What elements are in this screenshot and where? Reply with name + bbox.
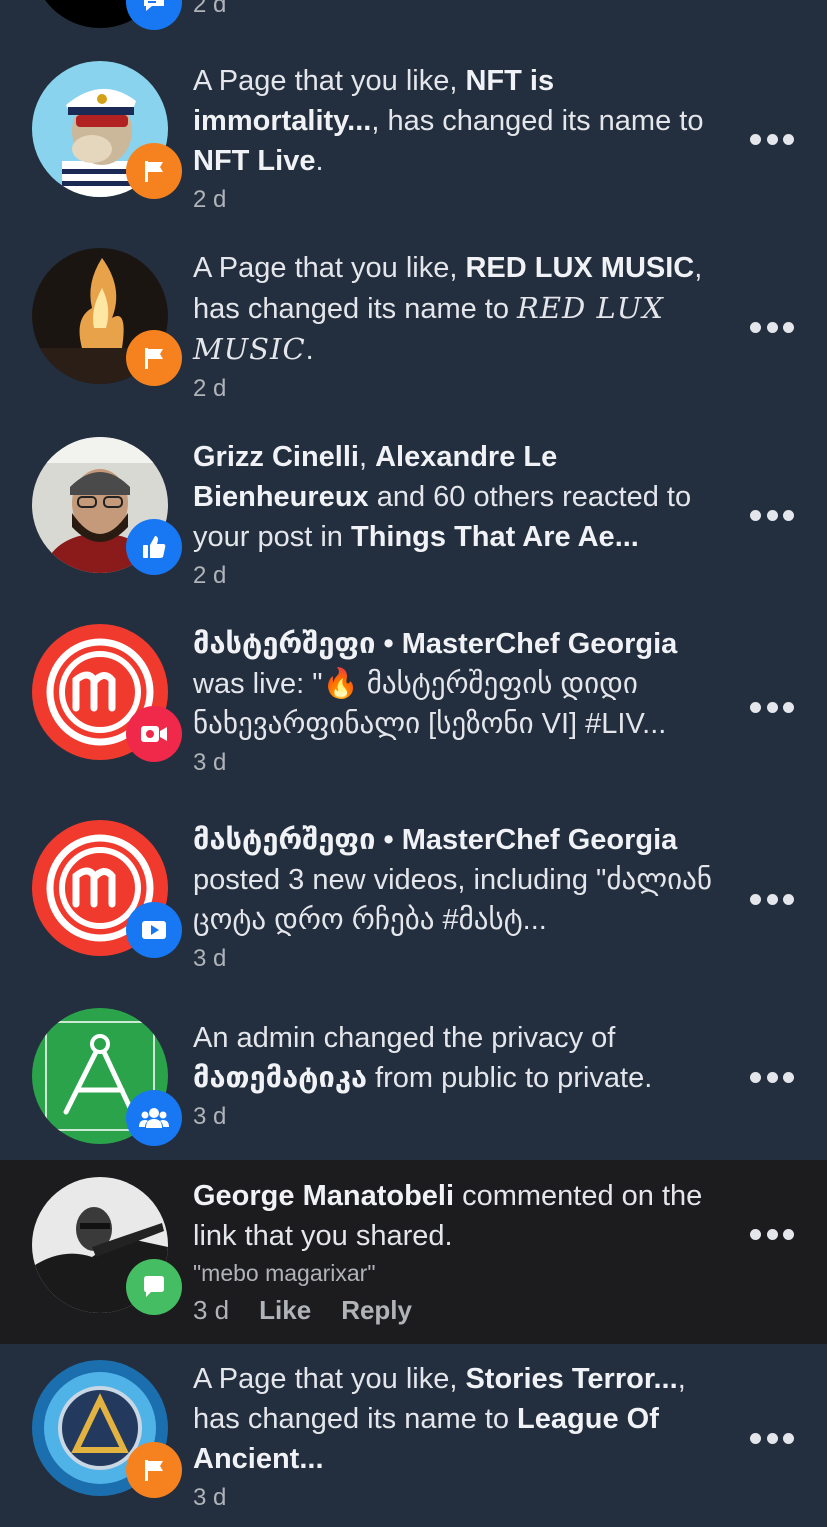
avatar bbox=[32, 61, 182, 199]
notification-row[interactable]: A Page that you like, NFT is immortality… bbox=[0, 40, 827, 228]
more-options-icon[interactable] bbox=[750, 1431, 794, 1445]
thumbs-up-icon bbox=[126, 519, 182, 575]
avatar bbox=[32, 1008, 182, 1146]
more-options-icon[interactable] bbox=[750, 320, 794, 334]
notification-text: A Page that you like, Stories Terror...,… bbox=[193, 1359, 723, 1515]
notification-text: George Manatobeli commented on the link … bbox=[193, 1176, 723, 1330]
more-options-icon[interactable] bbox=[750, 700, 794, 714]
video-play-icon bbox=[126, 902, 182, 958]
avatar bbox=[32, 624, 182, 762]
flag-icon bbox=[126, 143, 182, 199]
notification-row[interactable]: მასტერშეფი • MasterChef Georgia posted 3… bbox=[0, 800, 827, 990]
notification-time: 3 d bbox=[193, 749, 227, 776]
notification-text: Grizz Cinelli, Alexandre Le Bienheureux … bbox=[193, 437, 723, 593]
avatar bbox=[32, 1360, 182, 1498]
notification-time: 2 d bbox=[193, 186, 227, 213]
avatar bbox=[32, 0, 182, 30]
notification-time: 2 d bbox=[193, 375, 227, 402]
notification-row[interactable]: მასტერშეფი • MasterChef Georgia was live… bbox=[0, 604, 827, 800]
notification-text: მასტერშეფი • MasterChef Georgia posted 3… bbox=[193, 820, 723, 976]
more-options-icon[interactable] bbox=[750, 508, 794, 522]
notification-time: 3 d bbox=[193, 1295, 230, 1325]
avatar bbox=[32, 820, 182, 958]
more-options-icon[interactable] bbox=[750, 1227, 794, 1241]
notification-text: A Page that you like, NFT is immortality… bbox=[193, 61, 723, 217]
notification-time: 2 d bbox=[193, 562, 227, 589]
flag-icon bbox=[126, 330, 182, 386]
like-button[interactable]: Like bbox=[259, 1295, 311, 1325]
notification-row[interactable]: Grizz Cinelli, Alexandre Le Bienheureux … bbox=[0, 416, 827, 604]
more-options-icon[interactable] bbox=[750, 892, 794, 906]
avatar bbox=[32, 1177, 182, 1315]
avatar bbox=[32, 248, 182, 386]
live-video-icon bbox=[126, 706, 182, 762]
notification-text: მასტერშეფი • MasterChef Georgia was live… bbox=[193, 624, 723, 780]
notification-time: 2 d bbox=[193, 0, 227, 18]
comment-preview: "mebo magarixar" bbox=[193, 1260, 376, 1286]
notification-row[interactable]: A Page that you like, Stories Terror...,… bbox=[0, 1344, 827, 1527]
comment-icon bbox=[126, 0, 182, 30]
flag-icon bbox=[126, 1442, 182, 1498]
more-options-icon[interactable] bbox=[750, 1070, 794, 1084]
notification-time: 3 d bbox=[193, 945, 227, 972]
notification-text: A Page that you like, RED LUX MUSIC, has… bbox=[193, 248, 723, 406]
notification-text: An admin changed the privacy of მათემატი… bbox=[193, 1018, 723, 1134]
reply-button[interactable]: Reply bbox=[341, 1295, 412, 1325]
notification-row[interactable]: A Page that you like, RED LUX MUSIC, has… bbox=[0, 228, 827, 416]
notification-time: 3 d bbox=[193, 1103, 227, 1130]
notification-time: 3 d bbox=[193, 1484, 227, 1511]
notification-row[interactable]: An admin changed the privacy of მათემატი… bbox=[0, 990, 827, 1160]
comment-bubble-icon bbox=[126, 1259, 182, 1315]
notification-row[interactable]: George Manatobeli commented on the link … bbox=[0, 1160, 827, 1344]
avatar bbox=[32, 437, 182, 575]
more-options-icon[interactable] bbox=[750, 132, 794, 146]
group-icon bbox=[126, 1090, 182, 1146]
notification-row[interactable]: 2 d bbox=[0, 0, 827, 40]
